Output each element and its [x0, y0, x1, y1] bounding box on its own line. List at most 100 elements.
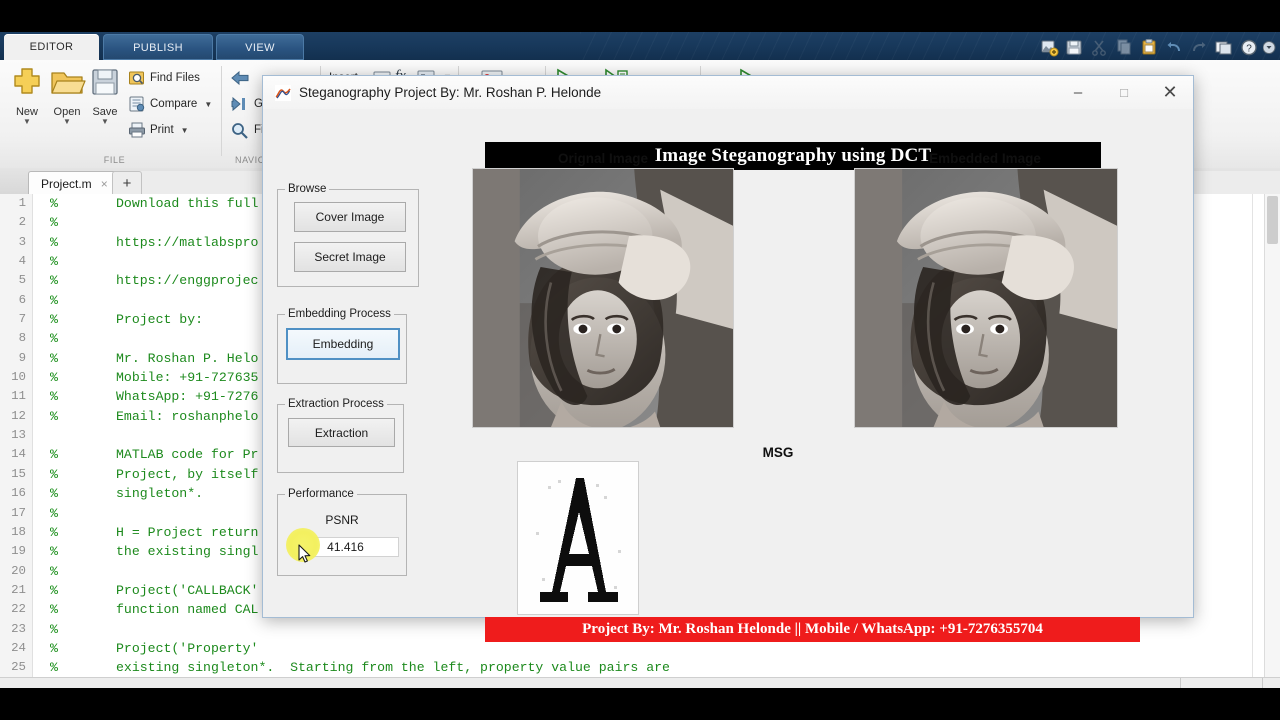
switch-window-icon[interactable]: [1213, 37, 1235, 58]
embedded-image-axes[interactable]: [854, 168, 1118, 428]
save-button-caret[interactable]: ▼: [82, 117, 128, 126]
comment-marker: %: [50, 486, 58, 502]
tab-publish[interactable]: PUBLISH: [103, 34, 213, 60]
comment-marker: %: [50, 660, 58, 676]
code-text: Email: roshanphelo: [116, 408, 259, 424]
save-button[interactable]: Save ▼: [82, 64, 128, 126]
close-button[interactable]: ✕: [1147, 76, 1193, 109]
original-image-axes[interactable]: [472, 168, 734, 428]
comment-marker: %: [50, 215, 58, 231]
file-group-label: FILE: [103, 155, 126, 165]
scrollbar-thumb[interactable]: [1267, 196, 1278, 244]
line-number: 3: [18, 234, 26, 249]
back-button[interactable]: [230, 66, 254, 90]
line-number: 15: [11, 466, 26, 481]
new-figure-icon[interactable]: [1038, 37, 1060, 58]
secret-image-button[interactable]: Secret Image: [294, 242, 406, 272]
comment-marker: %: [50, 370, 58, 386]
window-controls: – □ ✕: [1055, 76, 1193, 109]
comment-marker: %: [50, 389, 58, 405]
line-number: 16: [11, 486, 26, 501]
ribbon-separator-1: [221, 66, 222, 156]
compare-label: Compare: [150, 98, 198, 110]
line-number: 17: [11, 505, 26, 520]
comment-marker: %: [50, 582, 58, 598]
dialog-body: Image Steganography using DCT Browse Cov…: [263, 109, 1193, 642]
code-text: WhatsApp: +91-7276: [116, 389, 259, 405]
code-text: Mobile: +91-727635: [116, 370, 259, 386]
help-icon[interactable]: ?: [1238, 37, 1260, 58]
code-text: existing singleton*. Starting from the l…: [116, 660, 670, 676]
line-number: 14: [11, 447, 26, 462]
performance-panel-title: Performance: [285, 488, 357, 500]
line-number: 20: [11, 563, 26, 578]
code-text: function named CAL: [116, 602, 259, 618]
compare-caret[interactable]: ▼: [204, 100, 212, 109]
find-files-button[interactable]: Find Files: [128, 66, 200, 90]
minimize-button[interactable]: –: [1055, 76, 1101, 109]
extraction-panel-title: Extraction Process: [285, 398, 387, 410]
msg-image-label: MSG: [762, 445, 794, 460]
embedding-panel: Embedding Process Embedding: [277, 308, 407, 384]
line-number: 9: [18, 350, 26, 365]
screen: EDITOR PUBLISH VIEW ? New ▼ Open ▼ Save …: [0, 0, 1280, 720]
save-icon[interactable]: [1063, 37, 1085, 58]
new-tab-button[interactable]: +: [112, 171, 142, 195]
quick-access-toolbar: ?: [1038, 36, 1276, 58]
copy-icon: [1113, 37, 1135, 58]
comment-marker: %: [50, 254, 58, 270]
comment-marker: %: [50, 466, 58, 482]
line-number: 18: [11, 524, 26, 539]
code-line[interactable]: 25% existing singleton*. Starting from th…: [0, 658, 1280, 677]
editor-status-bar: [0, 677, 1280, 688]
line-number: 8: [18, 331, 26, 346]
editor-vertical-scrollbar[interactable]: [1264, 194, 1280, 688]
svg-text:?: ?: [1246, 43, 1252, 54]
letterbox-bottom: [0, 688, 1280, 720]
code-text: Project by:: [116, 312, 204, 328]
code-text: Project('Property': [116, 640, 259, 656]
code-text: Project('CALLBACK': [116, 582, 259, 598]
comment-marker: %: [50, 544, 58, 560]
code-text: https://matlabspro: [116, 234, 259, 250]
cover-image-button[interactable]: Cover Image: [294, 202, 406, 232]
dialog-title-bar[interactable]: Steganography Project By: Mr. Roshan P. …: [263, 76, 1193, 110]
line-number: 25: [11, 660, 26, 675]
comment-marker: %: [50, 602, 58, 618]
mouse-cursor: [298, 544, 312, 564]
line-number: 24: [11, 640, 26, 655]
undo-icon[interactable]: [1163, 37, 1185, 58]
comment-marker: %: [50, 563, 58, 579]
comment-marker: %: [50, 196, 58, 211]
steganography-dialog[interactable]: Steganography Project By: Mr. Roshan P. …: [262, 75, 1194, 642]
embedding-button[interactable]: Embedding: [286, 328, 400, 360]
print-button[interactable]: Print ▼: [128, 118, 189, 142]
msg-image-axes[interactable]: [517, 461, 639, 615]
browse-panel: Browse Cover Image Secret Image: [277, 183, 419, 287]
document-tab-project-m[interactable]: Project.m ×: [28, 171, 117, 195]
line-number: 23: [11, 621, 26, 636]
cut-icon: [1088, 37, 1110, 58]
comment-marker: %: [50, 234, 58, 250]
code-text: Project, by itself: [116, 466, 259, 482]
extraction-button[interactable]: Extraction: [288, 418, 395, 447]
comment-marker: %: [50, 621, 58, 637]
line-number: 12: [11, 408, 26, 423]
paste-icon[interactable]: [1138, 37, 1160, 58]
print-caret[interactable]: ▼: [181, 126, 189, 135]
close-icon[interactable]: ×: [101, 177, 108, 191]
tab-view[interactable]: VIEW: [216, 34, 304, 60]
find-button[interactable]: Fi: [230, 118, 264, 142]
code-text: Download this full: [116, 196, 259, 211]
line-number: 6: [18, 292, 26, 307]
comment-marker: %: [50, 312, 58, 328]
compare-button[interactable]: Compare ▼: [128, 92, 212, 116]
comment-marker: %: [50, 273, 58, 289]
line-number: 1: [18, 196, 26, 210]
more-icon[interactable]: [1263, 37, 1276, 58]
code-text: H = Project return: [116, 524, 259, 540]
maximize-button[interactable]: □: [1101, 76, 1147, 109]
comment-marker: %: [50, 524, 58, 540]
tab-editor[interactable]: EDITOR: [4, 34, 99, 60]
psnr-label: PSNR: [325, 513, 359, 527]
